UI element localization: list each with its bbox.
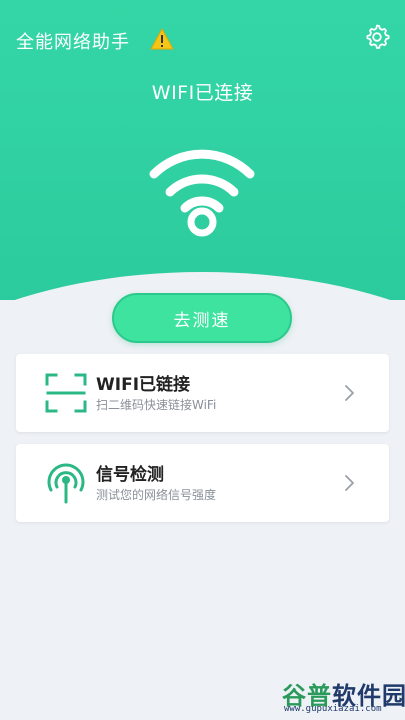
wifi-scan-card[interactable]: WIFI已链接 扫二维码快速链接WiFi bbox=[16, 354, 389, 432]
watermark-url: www.gupuxiazai.com bbox=[284, 704, 382, 714]
wifi-icon bbox=[149, 149, 255, 237]
chevron-right-icon bbox=[345, 475, 354, 491]
speed-test-button[interactable]: 去测速 bbox=[112, 293, 292, 343]
gear-icon[interactable] bbox=[364, 24, 390, 50]
signal-tower-icon bbox=[47, 463, 85, 504]
scan-icon bbox=[45, 373, 87, 413]
signal-check-card[interactable]: 信号检测 测试您的网络信号强度 bbox=[16, 444, 389, 522]
app-title: 全能网络助手 bbox=[16, 32, 130, 53]
warning-icon[interactable] bbox=[150, 28, 174, 50]
chevron-right-icon bbox=[345, 385, 354, 401]
card-subtitle: 扫二维码快速链接WiFi bbox=[96, 398, 217, 412]
card-subtitle: 测试您的网络信号强度 bbox=[96, 488, 217, 502]
watermark: 谷普软件园 www.gupuxiazai.com bbox=[282, 676, 405, 716]
card-title: WIFI已链接 bbox=[96, 375, 191, 395]
card-title: 信号检测 bbox=[96, 465, 164, 485]
connection-status: WIFI已连接 bbox=[151, 82, 254, 104]
